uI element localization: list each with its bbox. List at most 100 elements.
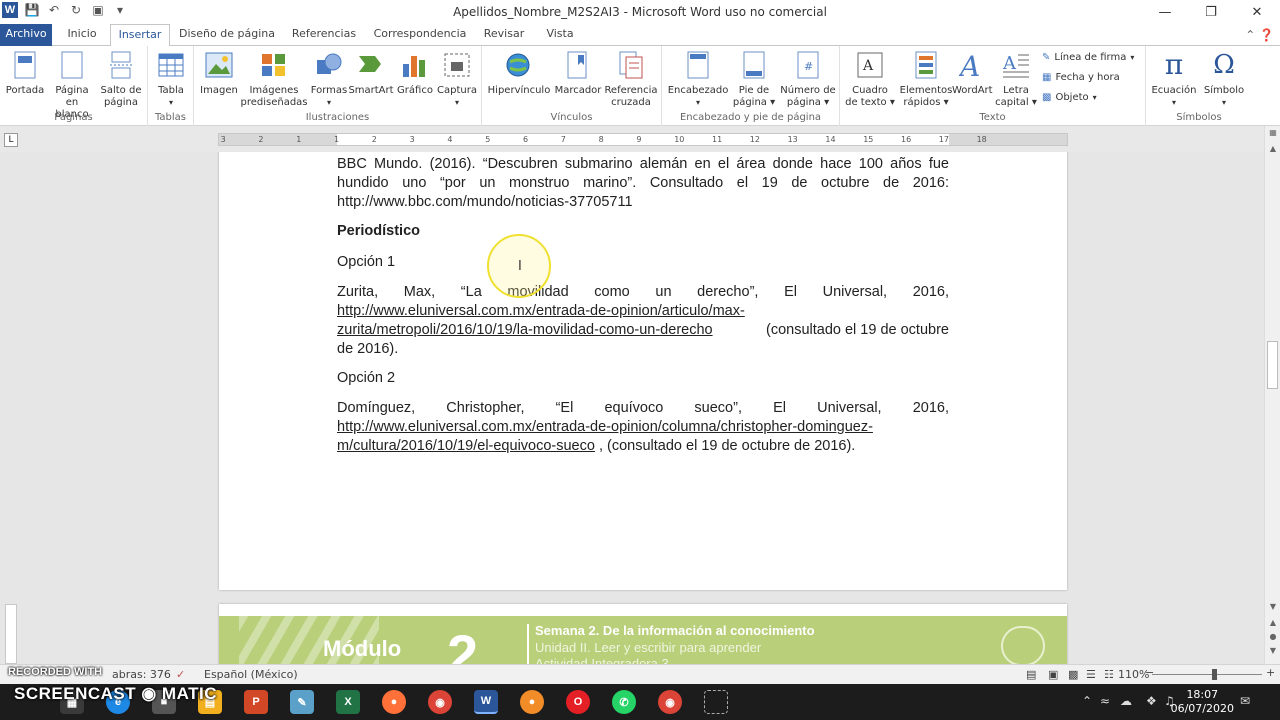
outline-view-icon[interactable]: ☰	[1086, 668, 1096, 681]
tab-diseno-de-pagina[interactable]: Diseño de página	[178, 24, 276, 46]
reference-zurita-url-2[interactable]: zurita/metropoli/2016/10/19/la-movilidad…	[337, 322, 713, 338]
chrome-2-icon[interactable]: ◉	[658, 690, 682, 714]
restore-button[interactable]: ❐	[1188, 0, 1234, 24]
scrollbar-thumb[interactable]	[1267, 341, 1278, 389]
rapidos-text: rápidos	[903, 97, 941, 108]
next-page-icon[interactable]: ▼	[1265, 646, 1280, 655]
zoom-slider-thumb[interactable]	[1212, 669, 1217, 680]
snipping-tool-icon[interactable]	[704, 690, 728, 714]
elementos-rapidos-button[interactable]: Elementos rápidos ▾	[898, 49, 954, 109]
svg-text:A: A	[1002, 53, 1017, 74]
pagina-en-blanco-button[interactable]: Página en blanco	[48, 49, 96, 121]
picture-icon	[204, 49, 234, 81]
powerpoint-icon[interactable]: P	[244, 690, 268, 714]
captura-button[interactable]: Captura ▾	[436, 49, 478, 109]
opera-icon[interactable]: O	[566, 690, 590, 714]
reference-dominguez-url-1[interactable]: http://www.eluniversal.com.mx/entrada-de…	[337, 418, 949, 437]
tab-archivo[interactable]: Archivo	[0, 24, 52, 46]
cuadro-de-texto-button[interactable]: A Cuadro de texto ▾	[842, 49, 898, 109]
pie-de-pagina-button[interactable]: Pie de página ▾	[730, 49, 778, 109]
word-count[interactable]: abras: 376	[112, 668, 171, 681]
tab-referencias[interactable]: Referencias	[286, 24, 362, 46]
reference-dominguez-url-2[interactable]: m/cultura/2016/10/19/el-equivoco-sueco	[337, 438, 595, 454]
scroll-up-icon[interactable]: ▲	[1265, 144, 1280, 153]
dropbox-icon[interactable]: ❖	[1146, 694, 1157, 708]
captura-label: Captura	[437, 85, 477, 96]
firefox-icon[interactable]: ●	[382, 690, 406, 714]
numero-pagina-label: página ▾	[786, 97, 830, 108]
numero-de-pagina-button[interactable]: # Número de página ▾	[778, 49, 838, 109]
linea-de-firma-button[interactable]: ✎ Línea de firma ▾	[1042, 48, 1134, 66]
tab-insertar[interactable]: Insertar	[110, 24, 170, 47]
tab-correspondencia[interactable]: Correspondencia	[370, 24, 470, 46]
objeto-button[interactable]: ▩ Objeto ▾	[1042, 88, 1097, 106]
tab-selector[interactable]: L	[4, 133, 18, 147]
app-circle-icon[interactable]: ●	[520, 690, 544, 714]
omega-symbol-icon: Ω	[1213, 50, 1235, 80]
simbolo-button[interactable]: Ω Símbolo ▾	[1198, 49, 1250, 109]
encabezado-button[interactable]: Encabezado ▾	[666, 49, 730, 109]
referencia-cruzada-button[interactable]: Referencia cruzada	[604, 49, 658, 109]
word-taskbar-icon[interactable]: W	[474, 690, 498, 714]
previous-page-icon[interactable]: ▲	[1265, 618, 1280, 627]
smartart-icon	[356, 49, 386, 81]
reference-zurita-url-1[interactable]: http://www.eluniversal.com.mx/entrada-de…	[337, 302, 949, 321]
banner-modulo: Módulo	[323, 636, 402, 661]
quick-parts-icon	[911, 49, 941, 81]
fecha-y-hora-button[interactable]: ▦ Fecha y hora	[1042, 68, 1120, 86]
document-page[interactable]: BBC Mundo. (2016). “Descubren submarino …	[219, 152, 1067, 590]
objeto-label: Objeto	[1055, 91, 1089, 103]
tab-vista[interactable]: Vista	[538, 24, 582, 46]
whatsapp-icon[interactable]: ✆	[612, 690, 636, 714]
notifications-icon[interactable]: ✉	[1240, 694, 1250, 708]
ribbon: Portada Página en blanco Salto de página…	[0, 46, 1280, 126]
zoom-out-icon[interactable]: −	[1145, 666, 1154, 679]
ecuacion-button[interactable]: π Ecuación ▾	[1148, 49, 1200, 109]
system-clock[interactable]: 18:07 06/07/2020	[1171, 688, 1234, 716]
full-screen-view-icon[interactable]: ▣	[1048, 668, 1058, 681]
web-layout-view-icon[interactable]: ▩	[1068, 668, 1078, 681]
grafico-button[interactable]: Gráfico	[394, 49, 436, 97]
tabla-button[interactable]: Tabla ▾	[152, 49, 190, 109]
print-layout-view-icon[interactable]: ▤	[1026, 668, 1036, 681]
formas-button[interactable]: Formas ▾	[308, 49, 350, 109]
imagen-button[interactable]: Imagen	[198, 49, 240, 97]
select-browse-icon[interactable]: ●	[1265, 632, 1280, 641]
salto-de-pagina-button[interactable]: Salto de página	[96, 49, 146, 109]
notes-icon[interactable]: ✎	[290, 690, 314, 714]
document-workspace: BBC Mundo. (2016). “Descubren submarino …	[0, 152, 1264, 664]
minimize-button[interactable]: —	[1142, 0, 1188, 24]
language-indicator[interactable]: Español (México)	[204, 668, 298, 681]
horizontal-ruler[interactable]: 3 2 1 1 2 3 4 5 6 7 8 9 10 11 12 13 14 15 16 17 18	[218, 133, 1068, 146]
marcador-button[interactable]: Marcador	[552, 49, 604, 97]
ribbon-tabs: Archivo Inicio Insertar Diseño de página…	[0, 24, 1280, 47]
vertical-scrollbar[interactable]: ▦ ▲ ▼ ▲ ● ▼	[1264, 126, 1280, 664]
tray-chevron-icon[interactable]: ⌃	[1082, 694, 1092, 708]
chrome-icon[interactable]: ◉	[428, 690, 452, 714]
portada-label: Portada	[5, 85, 45, 96]
cross-reference-icon	[616, 49, 646, 81]
letra-capital-button[interactable]: A Letra capital ▾	[992, 49, 1040, 109]
portada-button[interactable]: Portada	[2, 49, 48, 97]
close-button[interactable]: ✕	[1234, 0, 1280, 24]
tab-inicio[interactable]: Inicio	[58, 24, 106, 46]
imagenes-prediseñadas-button[interactable]: Imágenes prediseñadas	[240, 49, 308, 109]
smartart-button[interactable]: SmartArt	[348, 49, 394, 97]
cloud-icon[interactable]: ☁	[1120, 694, 1132, 708]
wifi-icon[interactable]: ≈	[1100, 694, 1110, 708]
wordart-button[interactable]: A WordArt	[952, 49, 993, 97]
proofing-icon[interactable]: ✓	[176, 668, 185, 681]
document-page-2[interactable]: Módulo 2 Semana 2. De la información al …	[219, 604, 1067, 664]
zoom-in-icon[interactable]: +	[1266, 666, 1275, 679]
reference-bbc-url[interactable]: http://www.bbc.com/mundo/noticias-377057…	[337, 193, 949, 212]
scroll-down-icon[interactable]: ▼	[1265, 602, 1280, 611]
hipervinculo-button[interactable]: Hipervínculo	[486, 49, 552, 97]
zoom-slider[interactable]	[1152, 674, 1262, 675]
vertical-ruler[interactable]	[4, 152, 18, 664]
numero-label: Número de	[780, 85, 836, 96]
help-icon[interactable]: ⌃ ❓	[1245, 28, 1274, 42]
excel-icon[interactable]: X	[336, 690, 360, 714]
draft-view-icon[interactable]: ☷	[1104, 668, 1114, 681]
ruler-toggle-icon[interactable]: ▦	[1265, 128, 1280, 137]
tab-revisar[interactable]: Revisar	[480, 24, 528, 46]
